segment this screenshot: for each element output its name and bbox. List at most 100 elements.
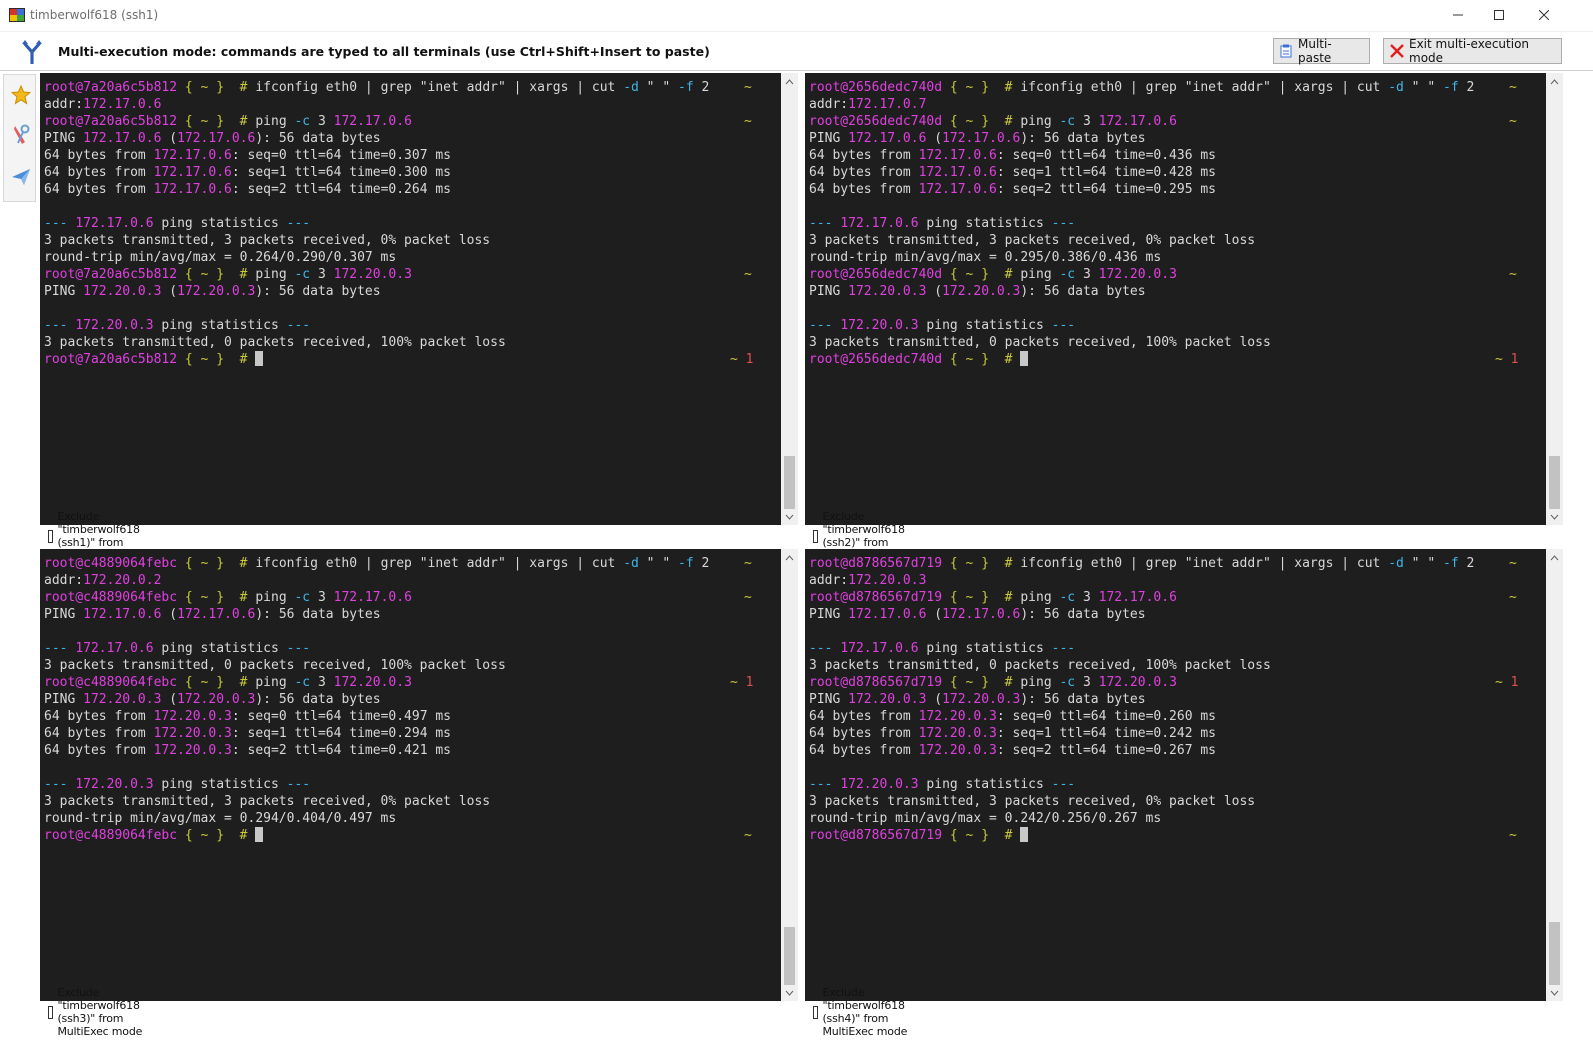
terminal-text: ): 56 data bytes xyxy=(255,284,381,299)
scroll-down-arrow-icon[interactable] xyxy=(1546,984,1563,1001)
terminal-ssh4[interactable]: root@d8786567d719 { ~ } # ifconfig eth0 … xyxy=(805,549,1546,1001)
scroll-up-arrow-icon[interactable] xyxy=(1546,549,1563,566)
terminal-text: 172.20.0.3 xyxy=(918,726,997,741)
terminal-text: root@7a20a6c5b812 xyxy=(44,352,178,367)
terminal-text: 172.17.0.6 xyxy=(942,131,1021,146)
terminal-ssh2[interactable]: root@2656dedc740d { ~ } # ifconfig eth0 … xyxy=(805,73,1546,525)
prompt-status-text: ~ xyxy=(1495,675,1511,690)
scroll-thumb[interactable] xyxy=(784,456,795,509)
multi-paste-button[interactable]: Multi-paste xyxy=(1273,37,1370,65)
terminal-ssh3[interactable]: root@c4889064febc { ~ } # ifconfig eth0 … xyxy=(40,549,781,1001)
prompt-status-indicator: ~ xyxy=(1509,827,1517,844)
terminal-text: # xyxy=(224,675,256,690)
exclude-checkbox[interactable] xyxy=(813,1005,819,1019)
scroll-thumb[interactable] xyxy=(784,927,795,985)
scroll-down-arrow-icon[interactable] xyxy=(1546,508,1563,525)
minimize-button[interactable] xyxy=(1435,0,1481,30)
exit-multi-exec-button[interactable]: Exit multi-execution mode xyxy=(1383,37,1562,65)
scroll-thumb[interactable] xyxy=(1549,922,1560,985)
terminal-text: --- xyxy=(809,641,841,656)
send-icon[interactable] xyxy=(9,165,33,189)
exclude-checkbox-row[interactable]: Exclude "timberwolf618 (ssh3)" from Mult… xyxy=(48,986,147,1038)
terminal-line: root@c4889064febc { ~ } # ifconfig eth0 … xyxy=(44,555,781,572)
terminal-text: 3 xyxy=(1075,267,1099,282)
scroll-up-arrow-icon[interactable] xyxy=(781,549,798,566)
terminal-text: 172.17.0.6 xyxy=(177,131,256,146)
terminal-text: : seq=1 ttl=64 time=0.294 ms xyxy=(231,726,452,741)
scroll-down-arrow-icon[interactable] xyxy=(781,508,798,525)
terminal-text: ): 56 data bytes xyxy=(255,692,381,707)
terminal-text: # xyxy=(224,828,256,843)
terminal-text: --- xyxy=(1051,777,1076,792)
close-icon xyxy=(1539,10,1549,20)
terminal-text: round-trip min/avg/max = 0.295/0.386/0.4… xyxy=(809,250,1162,265)
scroll-up-arrow-icon[interactable] xyxy=(1546,73,1563,90)
scrollbar[interactable] xyxy=(781,549,798,1001)
terminal-line: round-trip min/avg/max = 0.295/0.386/0.4… xyxy=(809,249,1546,266)
exclude-checkbox-row[interactable]: Exclude "timberwolf618 (ssh1)" from Mult… xyxy=(48,510,147,562)
terminal-text: ( xyxy=(926,131,943,146)
terminal-line: 64 bytes from 172.20.0.3: seq=1 ttl=64 t… xyxy=(809,725,1546,742)
terminal-line: 3 packets transmitted, 3 packets receive… xyxy=(809,232,1546,249)
terminal-text: 64 bytes from xyxy=(44,165,154,180)
terminal-text: { ~ } xyxy=(177,828,225,843)
exclude-checkbox-row[interactable]: Exclude "timberwolf618 (ssh2)" from Mult… xyxy=(813,510,912,562)
terminal-text: # xyxy=(989,675,1021,690)
terminal-text: -c xyxy=(1059,267,1076,282)
terminal-text: 3 xyxy=(1075,675,1099,690)
terminal-line: 64 bytes from 172.17.0.6: seq=0 ttl=64 t… xyxy=(44,147,781,164)
exclude-checkbox[interactable] xyxy=(48,529,54,543)
prompt-status-indicator: ~ 1 xyxy=(730,674,753,691)
terminal-line: --- 172.20.0.3 ping statistics --- xyxy=(809,317,1546,334)
scroll-up-arrow-icon[interactable] xyxy=(781,73,798,90)
scroll-down-arrow-icon[interactable] xyxy=(781,984,798,1001)
terminal-text: 64 bytes from xyxy=(44,182,154,197)
terminal-text: 172.20.0.3 xyxy=(942,284,1021,299)
terminal-text: root@2656dedc740d xyxy=(809,80,943,95)
tools-icon[interactable] xyxy=(9,123,33,147)
terminal-text: 172.20.0.3 xyxy=(153,743,232,758)
terminal-line: PING 172.20.0.3 (172.20.0.3): 56 data by… xyxy=(809,283,1546,300)
star-icon[interactable] xyxy=(9,83,33,107)
terminal-text: : seq=1 ttl=64 time=0.242 ms xyxy=(996,726,1217,741)
close-button[interactable] xyxy=(1521,0,1567,30)
terminal-line: 3 packets transmitted, 0 packets receive… xyxy=(809,334,1546,351)
terminal-line: --- 172.20.0.3 ping statistics --- xyxy=(809,776,1546,793)
terminal-text: ping xyxy=(1020,675,1060,690)
terminal-line: 3 packets transmitted, 0 packets receive… xyxy=(44,657,781,674)
terminal-text: : seq=0 ttl=64 time=0.307 ms xyxy=(231,148,452,163)
terminal-ssh1[interactable]: root@7a20a6c5b812 { ~ } # ifconfig eth0 … xyxy=(40,73,781,525)
terminal-text: 64 bytes from xyxy=(44,743,154,758)
terminal-text: # xyxy=(989,114,1021,129)
scroll-thumb[interactable] xyxy=(1549,456,1560,509)
scrollbar[interactable] xyxy=(1546,73,1563,525)
prompt-status-text: 1 xyxy=(1510,675,1519,690)
prompt-status-indicator: ~ xyxy=(744,79,752,96)
terminal-text: # xyxy=(989,590,1021,605)
scrollbar[interactable] xyxy=(781,73,798,525)
exclude-checkbox-row[interactable]: Exclude "timberwolf618 (ssh4)" from Mult… xyxy=(813,986,912,1038)
terminal-text: : seq=2 ttl=64 time=0.421 ms xyxy=(231,743,452,758)
terminal-text: { ~ } xyxy=(942,828,990,843)
terminal-text: root@d8786567d719 xyxy=(809,675,943,690)
terminal-text: # xyxy=(989,352,1021,367)
terminal-line: 64 bytes from 172.17.0.6: seq=1 ttl=64 t… xyxy=(44,164,781,181)
exclude-checkbox[interactable] xyxy=(813,529,819,543)
scrollbar[interactable] xyxy=(1546,549,1563,1001)
terminal-text: 172.17.0.6 xyxy=(83,607,162,622)
terminal-text: root@7a20a6c5b812 xyxy=(44,114,178,129)
terminal-text: ): 56 data bytes xyxy=(1020,692,1146,707)
terminal-text: 172.17.0.6 xyxy=(918,182,997,197)
terminal-text: 172.20.0.3 xyxy=(840,318,919,333)
terminal-line: 3 packets transmitted, 0 packets receive… xyxy=(44,334,781,351)
terminal-text: 172.20.0.3 xyxy=(75,777,154,792)
terminal-text: : seq=0 ttl=64 time=0.436 ms xyxy=(996,148,1217,163)
terminal-text: 172.17.0.6 xyxy=(1098,590,1177,605)
terminal-text: { ~ } xyxy=(177,590,225,605)
prompt-status-text: ~ xyxy=(744,80,752,95)
prompt-status-text: ~ xyxy=(744,590,752,605)
exclude-checkbox[interactable] xyxy=(48,1005,54,1019)
maximize-button[interactable] xyxy=(1476,0,1522,30)
terminal-text: 3 packets transmitted, 3 packets receive… xyxy=(44,233,491,248)
